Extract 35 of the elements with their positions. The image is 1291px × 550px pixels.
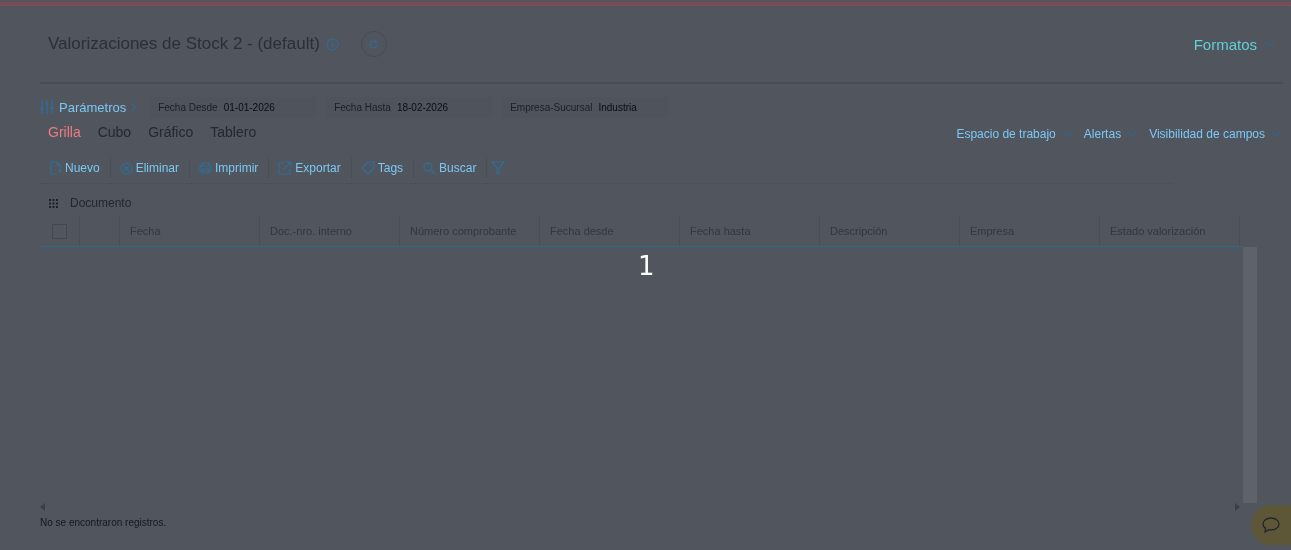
dropdown-menu[interactable]: Alertas	[1083, 127, 1138, 141]
scroll-right-icon[interactable]	[1235, 503, 1240, 511]
search-icon	[423, 161, 437, 175]
toolbar-button[interactable]: Imprimir	[190, 158, 270, 178]
info-icon	[325, 37, 339, 51]
toolbar-button[interactable]: Tags	[351, 158, 415, 178]
chevron-down-icon	[1127, 131, 1138, 137]
toolbar-button[interactable]: Eliminar	[110, 158, 191, 178]
tag-icon	[360, 161, 375, 175]
scroll-left-icon[interactable]	[40, 503, 45, 511]
step-counter: 1	[638, 251, 655, 281]
formats-menu[interactable]: Formatos	[1193, 35, 1275, 53]
toolbar-button[interactable]: Buscar	[414, 158, 488, 178]
chevron-down-icon	[1061, 131, 1072, 137]
dropdown-menu[interactable]: Espacio de trabajo	[956, 127, 1072, 141]
printer-icon	[199, 162, 213, 174]
export-icon	[278, 161, 293, 175]
delete-circle-icon	[119, 161, 133, 175]
chevron-down-icon	[1265, 41, 1275, 47]
chevron-down-icon	[1271, 131, 1281, 137]
refresh-icon	[368, 38, 380, 50]
chat-button[interactable]	[1251, 505, 1291, 545]
parameters-link[interactable]: Parámetros	[40, 99, 137, 115]
filter-icon	[491, 161, 506, 175]
dropdown-menu[interactable]: Visibilidad de campos	[1149, 127, 1281, 141]
vertical-scrollbar[interactable]	[1243, 247, 1257, 503]
toolbar-button[interactable]: Exportar	[269, 158, 352, 178]
chevron-right-icon	[131, 102, 137, 112]
status-message: No se encontraron registros.	[40, 517, 167, 528]
view-tab[interactable]: Grilla	[48, 124, 90, 140]
sliders-icon	[40, 100, 54, 114]
chat-bubble-icon	[1262, 517, 1280, 533]
new-document-icon	[49, 161, 62, 175]
grid-icon	[49, 198, 58, 208]
toolbar-button[interactable]: Nuevo	[40, 158, 111, 178]
